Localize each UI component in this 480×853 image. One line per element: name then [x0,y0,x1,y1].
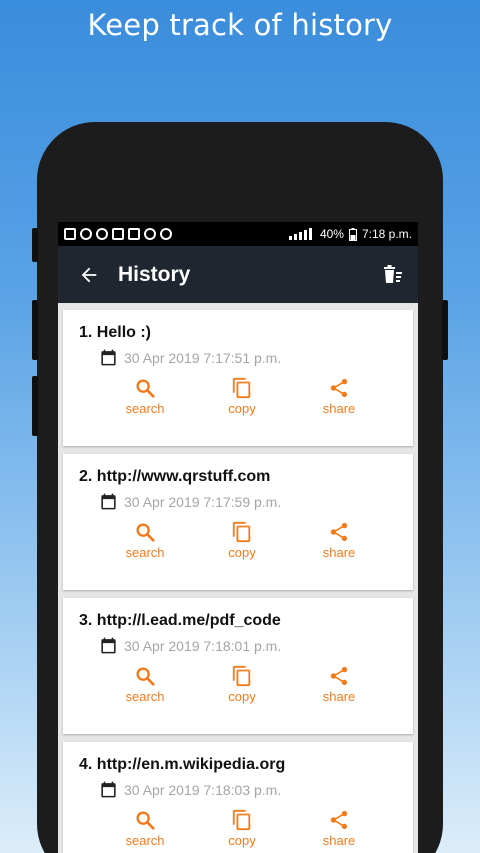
search-icon [136,667,155,686]
history-list: 1. Hello :) 30 Apr 2019 7:17:51 p.m. sea… [58,303,418,853]
history-item-actions: search copy share [81,377,399,416]
share-button[interactable]: share [309,377,369,416]
search-button[interactable]: search [115,665,175,704]
copy-label: copy [228,833,256,848]
copy-button[interactable]: copy [212,665,272,704]
phone-side-button [442,300,448,360]
copy-label: copy [228,401,256,416]
copy-icon [232,665,251,687]
status-right: 40% 7:18 p.m. [287,227,412,241]
sync-icon [144,228,156,240]
battery-icon [348,227,357,241]
status-icons [64,228,172,240]
history-item-actions: search copy share [81,521,399,560]
share-label: share [322,545,356,560]
phone-side-button [32,228,38,262]
share-icon [330,666,348,686]
history-item-actions: search copy share [81,665,399,704]
copy-icon [232,809,251,831]
history-item[interactable]: 4. http://en.m.wikipedia.org 30 Apr 2019… [63,742,413,853]
history-item-title: 1. Hello :) [79,324,152,341]
search-label: search [125,401,165,416]
history-item-timestamp: 30 Apr 2019 7:18:03 p.m. [124,781,282,798]
history-item[interactable]: 3. http://l.ead.me/pdf_code 30 Apr 2019 … [63,598,413,734]
copy-label: copy [228,545,256,560]
share-button[interactable]: share [309,665,369,704]
search-icon [136,811,155,830]
history-item-date: 30 Apr 2019 7:17:59 p.m. [99,492,399,511]
search-icon [136,379,155,398]
message-icon [64,228,76,240]
search-button[interactable]: search [115,377,175,416]
history-item-date: 30 Apr 2019 7:17:51 p.m. [99,348,399,367]
promo-banner-title: Keep track of history [87,8,393,42]
share-label: share [322,689,356,704]
status-time: 7:18 p.m. [361,227,412,241]
phone-screen: 40% 7:18 p.m. History 1. Hello :) 30 Apr… [58,222,418,853]
share-label: share [322,401,356,416]
back-arrow-icon[interactable] [78,264,100,286]
copy-button[interactable]: copy [212,809,272,848]
calendar-icon [101,493,116,510]
battery-percent: 40% [319,227,344,241]
search-button[interactable]: search [115,521,175,560]
app-bar: History [58,246,418,303]
history-item-timestamp: 30 Apr 2019 7:18:01 p.m. [124,637,282,654]
search-button[interactable]: search [115,809,175,848]
phone-side-button [32,376,38,436]
calendar-icon [101,637,116,654]
calendar-icon [101,349,116,366]
copy-icon [232,377,251,399]
page-title: History [118,262,191,286]
status-bar: 40% 7:18 p.m. [58,222,418,246]
history-item-date: 30 Apr 2019 7:18:01 p.m. [99,636,399,655]
search-label: search [125,689,165,704]
delete-history-icon[interactable] [380,263,404,287]
copy-icon [232,521,251,543]
sync-icon [80,228,92,240]
history-item-title: 3. http://l.ead.me/pdf_code [79,612,281,629]
share-label: share [322,833,356,848]
notification-icon [128,228,140,240]
history-item[interactable]: 2. http://www.qrstuff.com 30 Apr 2019 7:… [63,454,413,590]
copy-button[interactable]: copy [212,377,272,416]
share-button[interactable]: share [309,809,369,848]
history-item-date: 30 Apr 2019 7:18:03 p.m. [99,780,399,799]
share-icon [330,378,348,398]
history-item-timestamp: 30 Apr 2019 7:17:59 p.m. [124,493,282,510]
image-icon [112,228,124,240]
copy-label: copy [228,689,256,704]
history-item[interactable]: 1. Hello :) 30 Apr 2019 7:17:51 p.m. sea… [63,310,413,446]
sync-icon [96,228,108,240]
share-icon [330,810,348,830]
search-label: search [125,545,165,560]
share-button[interactable]: share [309,521,369,560]
search-icon [136,523,155,542]
history-item-timestamp: 30 Apr 2019 7:17:51 p.m. [124,349,282,366]
share-icon [330,522,348,542]
sync-icon [160,228,172,240]
search-label: search [125,833,165,848]
phone-side-button [32,300,38,360]
calendar-icon [101,781,116,798]
copy-button[interactable]: copy [212,521,272,560]
history-item-title: 4. http://en.m.wikipedia.org [79,756,286,773]
history-item-title: 2. http://www.qrstuff.com [79,468,271,485]
signal-icon [288,228,312,240]
history-item-actions: search copy share [81,809,399,848]
